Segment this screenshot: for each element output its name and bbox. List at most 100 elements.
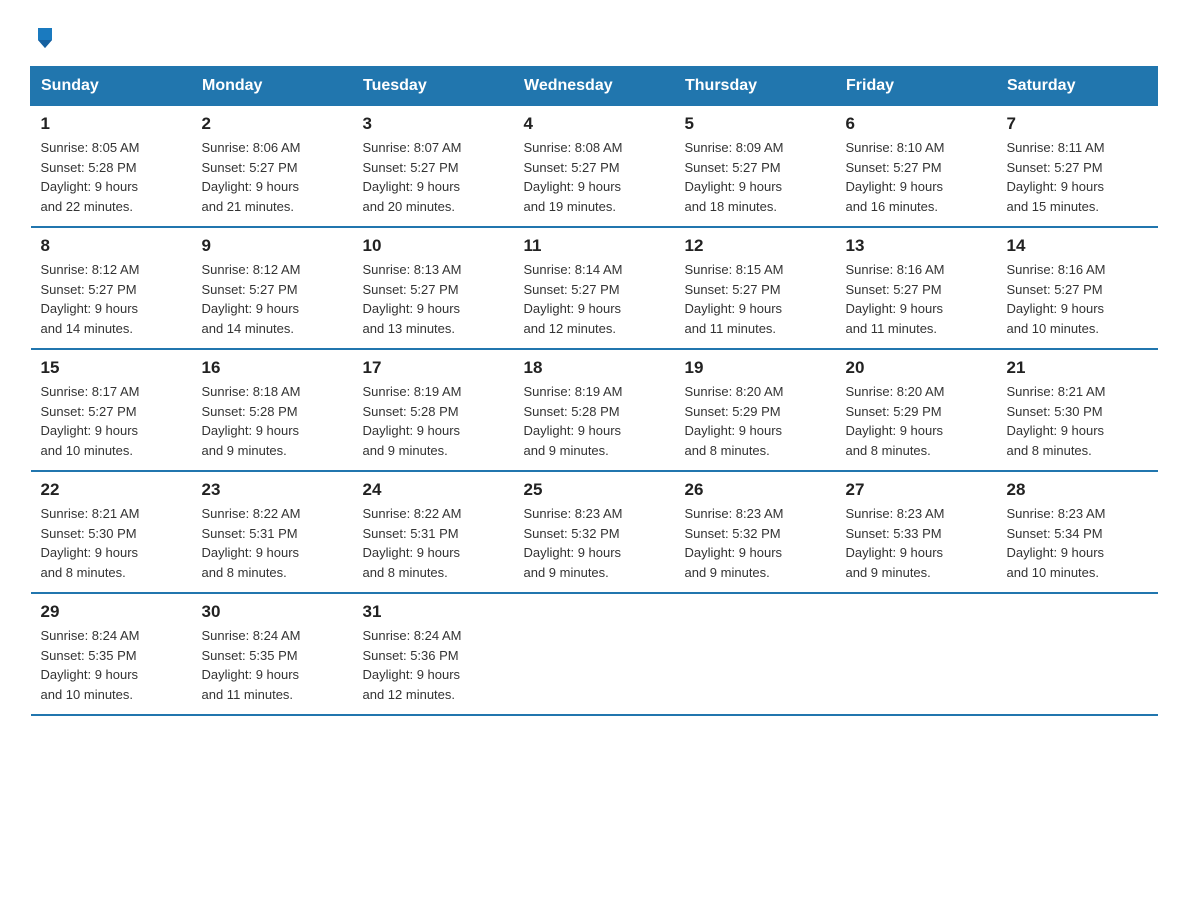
col-header-sunday: Sunday (31, 67, 192, 106)
day-info: Sunrise: 8:12 AMSunset: 5:27 PMDaylight:… (41, 260, 182, 338)
day-cell: 18 Sunrise: 8:19 AMSunset: 5:28 PMDayligh… (514, 349, 675, 471)
day-info: Sunrise: 8:24 AMSunset: 5:35 PMDaylight:… (202, 626, 343, 704)
day-cell: 26 Sunrise: 8:23 AMSunset: 5:32 PMDayligh… (675, 471, 836, 593)
day-info: Sunrise: 8:19 AMSunset: 5:28 PMDaylight:… (363, 382, 504, 460)
week-row-1: 1Sunrise: 8:05 AMSunset: 5:28 PMDaylight… (31, 106, 1158, 228)
day-cell: 7 Sunrise: 8:11 AMSunset: 5:27 PMDaylight… (997, 106, 1158, 228)
day-cell (675, 593, 836, 715)
day-number: 15 (41, 358, 182, 378)
day-cell: 6 Sunrise: 8:10 AMSunset: 5:27 PMDaylight… (836, 106, 997, 228)
day-info: Sunrise: 8:13 AMSunset: 5:27 PMDaylight:… (363, 260, 504, 338)
day-cell: 2 Sunrise: 8:06 AMSunset: 5:27 PMDaylight… (192, 106, 353, 228)
day-cell: 30 Sunrise: 8:24 AMSunset: 5:35 PMDayligh… (192, 593, 353, 715)
day-number: 25 (524, 480, 665, 500)
day-number: 21 (1007, 358, 1148, 378)
day-number: 9 (202, 236, 343, 256)
day-info: Sunrise: 8:07 AMSunset: 5:27 PMDaylight:… (363, 138, 504, 216)
day-cell: 24Sunrise: 8:22 AMSunset: 5:31 PMDayligh… (353, 471, 514, 593)
day-info: Sunrise: 8:23 AMSunset: 5:32 PMDaylight:… (524, 504, 665, 582)
day-info: Sunrise: 8:11 AMSunset: 5:27 PMDaylight:… (1007, 138, 1148, 216)
day-info: Sunrise: 8:15 AMSunset: 5:27 PMDaylight:… (685, 260, 826, 338)
day-info: Sunrise: 8:20 AMSunset: 5:29 PMDaylight:… (846, 382, 987, 460)
day-cell: 19Sunrise: 8:20 AMSunset: 5:29 PMDayligh… (675, 349, 836, 471)
day-cell: 25 Sunrise: 8:23 AMSunset: 5:32 PMDayligh… (514, 471, 675, 593)
day-number: 8 (41, 236, 182, 256)
week-row-5: 29 Sunrise: 8:24 AMSunset: 5:35 PMDayligh… (31, 593, 1158, 715)
col-header-monday: Monday (192, 67, 353, 106)
day-cell: 16 Sunrise: 8:18 AMSunset: 5:28 PMDayligh… (192, 349, 353, 471)
day-number: 2 (202, 114, 343, 134)
week-row-4: 22 Sunrise: 8:21 AMSunset: 5:30 PMDayligh… (31, 471, 1158, 593)
day-number: 24 (363, 480, 504, 500)
day-cell: 5 Sunrise: 8:09 AMSunset: 5:27 PMDaylight… (675, 106, 836, 228)
day-number: 29 (41, 602, 182, 622)
day-cell: 27 Sunrise: 8:23 AMSunset: 5:33 PMDayligh… (836, 471, 997, 593)
day-number: 14 (1007, 236, 1148, 256)
logo (30, 20, 56, 48)
day-cell: 11 Sunrise: 8:14 AMSunset: 5:27 PMDayligh… (514, 227, 675, 349)
day-cell: 1Sunrise: 8:05 AMSunset: 5:28 PMDaylight… (31, 106, 192, 228)
header-row: SundayMondayTuesdayWednesdayThursdayFrid… (31, 67, 1158, 106)
day-cell (514, 593, 675, 715)
day-number: 16 (202, 358, 343, 378)
day-number: 23 (202, 480, 343, 500)
day-info: Sunrise: 8:24 AMSunset: 5:35 PMDaylight:… (41, 626, 182, 704)
day-info: Sunrise: 8:17 AMSunset: 5:27 PMDaylight:… (41, 382, 182, 460)
day-number: 26 (685, 480, 826, 500)
day-cell: 12 Sunrise: 8:15 AMSunset: 5:27 PMDayligh… (675, 227, 836, 349)
day-number: 6 (846, 114, 987, 134)
day-info: Sunrise: 8:18 AMSunset: 5:28 PMDaylight:… (202, 382, 343, 460)
day-cell: 13 Sunrise: 8:16 AMSunset: 5:27 PMDayligh… (836, 227, 997, 349)
day-info: Sunrise: 8:23 AMSunset: 5:34 PMDaylight:… (1007, 504, 1148, 582)
calendar-table: SundayMondayTuesdayWednesdayThursdayFrid… (30, 66, 1158, 716)
day-number: 31 (363, 602, 504, 622)
day-number: 13 (846, 236, 987, 256)
day-number: 5 (685, 114, 826, 134)
day-cell: 3 Sunrise: 8:07 AMSunset: 5:27 PMDaylight… (353, 106, 514, 228)
day-info: Sunrise: 8:23 AMSunset: 5:32 PMDaylight:… (685, 504, 826, 582)
day-info: Sunrise: 8:06 AMSunset: 5:27 PMDaylight:… (202, 138, 343, 216)
day-info: Sunrise: 8:10 AMSunset: 5:27 PMDaylight:… (846, 138, 987, 216)
day-cell: 21 Sunrise: 8:21 AMSunset: 5:30 PMDayligh… (997, 349, 1158, 471)
day-info: Sunrise: 8:24 AMSunset: 5:36 PMDaylight:… (363, 626, 504, 704)
day-cell: 29 Sunrise: 8:24 AMSunset: 5:35 PMDayligh… (31, 593, 192, 715)
day-info: Sunrise: 8:16 AMSunset: 5:27 PMDaylight:… (1007, 260, 1148, 338)
day-info: Sunrise: 8:23 AMSunset: 5:33 PMDaylight:… (846, 504, 987, 582)
day-number: 3 (363, 114, 504, 134)
day-cell: 15 Sunrise: 8:17 AMSunset: 5:27 PMDayligh… (31, 349, 192, 471)
day-info: Sunrise: 8:21 AMSunset: 5:30 PMDaylight:… (1007, 382, 1148, 460)
day-number: 12 (685, 236, 826, 256)
day-number: 30 (202, 602, 343, 622)
day-info: Sunrise: 8:21 AMSunset: 5:30 PMDaylight:… (41, 504, 182, 582)
day-cell: 31 Sunrise: 8:24 AMSunset: 5:36 PMDayligh… (353, 593, 514, 715)
day-number: 28 (1007, 480, 1148, 500)
day-cell: 17Sunrise: 8:19 AMSunset: 5:28 PMDayligh… (353, 349, 514, 471)
logo-arrow-icon (34, 26, 56, 48)
day-number: 7 (1007, 114, 1148, 134)
day-info: Sunrise: 8:22 AMSunset: 5:31 PMDaylight:… (202, 504, 343, 582)
day-number: 27 (846, 480, 987, 500)
day-cell: 28 Sunrise: 8:23 AMSunset: 5:34 PMDayligh… (997, 471, 1158, 593)
day-cell: 20 Sunrise: 8:20 AMSunset: 5:29 PMDayligh… (836, 349, 997, 471)
day-number: 20 (846, 358, 987, 378)
col-header-tuesday: Tuesday (353, 67, 514, 106)
day-cell (997, 593, 1158, 715)
day-info: Sunrise: 8:16 AMSunset: 5:27 PMDaylight:… (846, 260, 987, 338)
day-cell: 10Sunrise: 8:13 AMSunset: 5:27 PMDayligh… (353, 227, 514, 349)
day-number: 4 (524, 114, 665, 134)
day-cell: 4Sunrise: 8:08 AMSunset: 5:27 PMDaylight… (514, 106, 675, 228)
day-info: Sunrise: 8:12 AMSunset: 5:27 PMDaylight:… (202, 260, 343, 338)
day-cell (836, 593, 997, 715)
day-number: 18 (524, 358, 665, 378)
page-header (30, 20, 1158, 48)
day-info: Sunrise: 8:14 AMSunset: 5:27 PMDaylight:… (524, 260, 665, 338)
week-row-3: 15 Sunrise: 8:17 AMSunset: 5:27 PMDayligh… (31, 349, 1158, 471)
day-number: 11 (524, 236, 665, 256)
day-info: Sunrise: 8:20 AMSunset: 5:29 PMDaylight:… (685, 382, 826, 460)
day-info: Sunrise: 8:19 AMSunset: 5:28 PMDaylight:… (524, 382, 665, 460)
day-cell: 8 Sunrise: 8:12 AMSunset: 5:27 PMDaylight… (31, 227, 192, 349)
col-header-friday: Friday (836, 67, 997, 106)
day-cell: 14 Sunrise: 8:16 AMSunset: 5:27 PMDayligh… (997, 227, 1158, 349)
day-info: Sunrise: 8:09 AMSunset: 5:27 PMDaylight:… (685, 138, 826, 216)
day-number: 22 (41, 480, 182, 500)
